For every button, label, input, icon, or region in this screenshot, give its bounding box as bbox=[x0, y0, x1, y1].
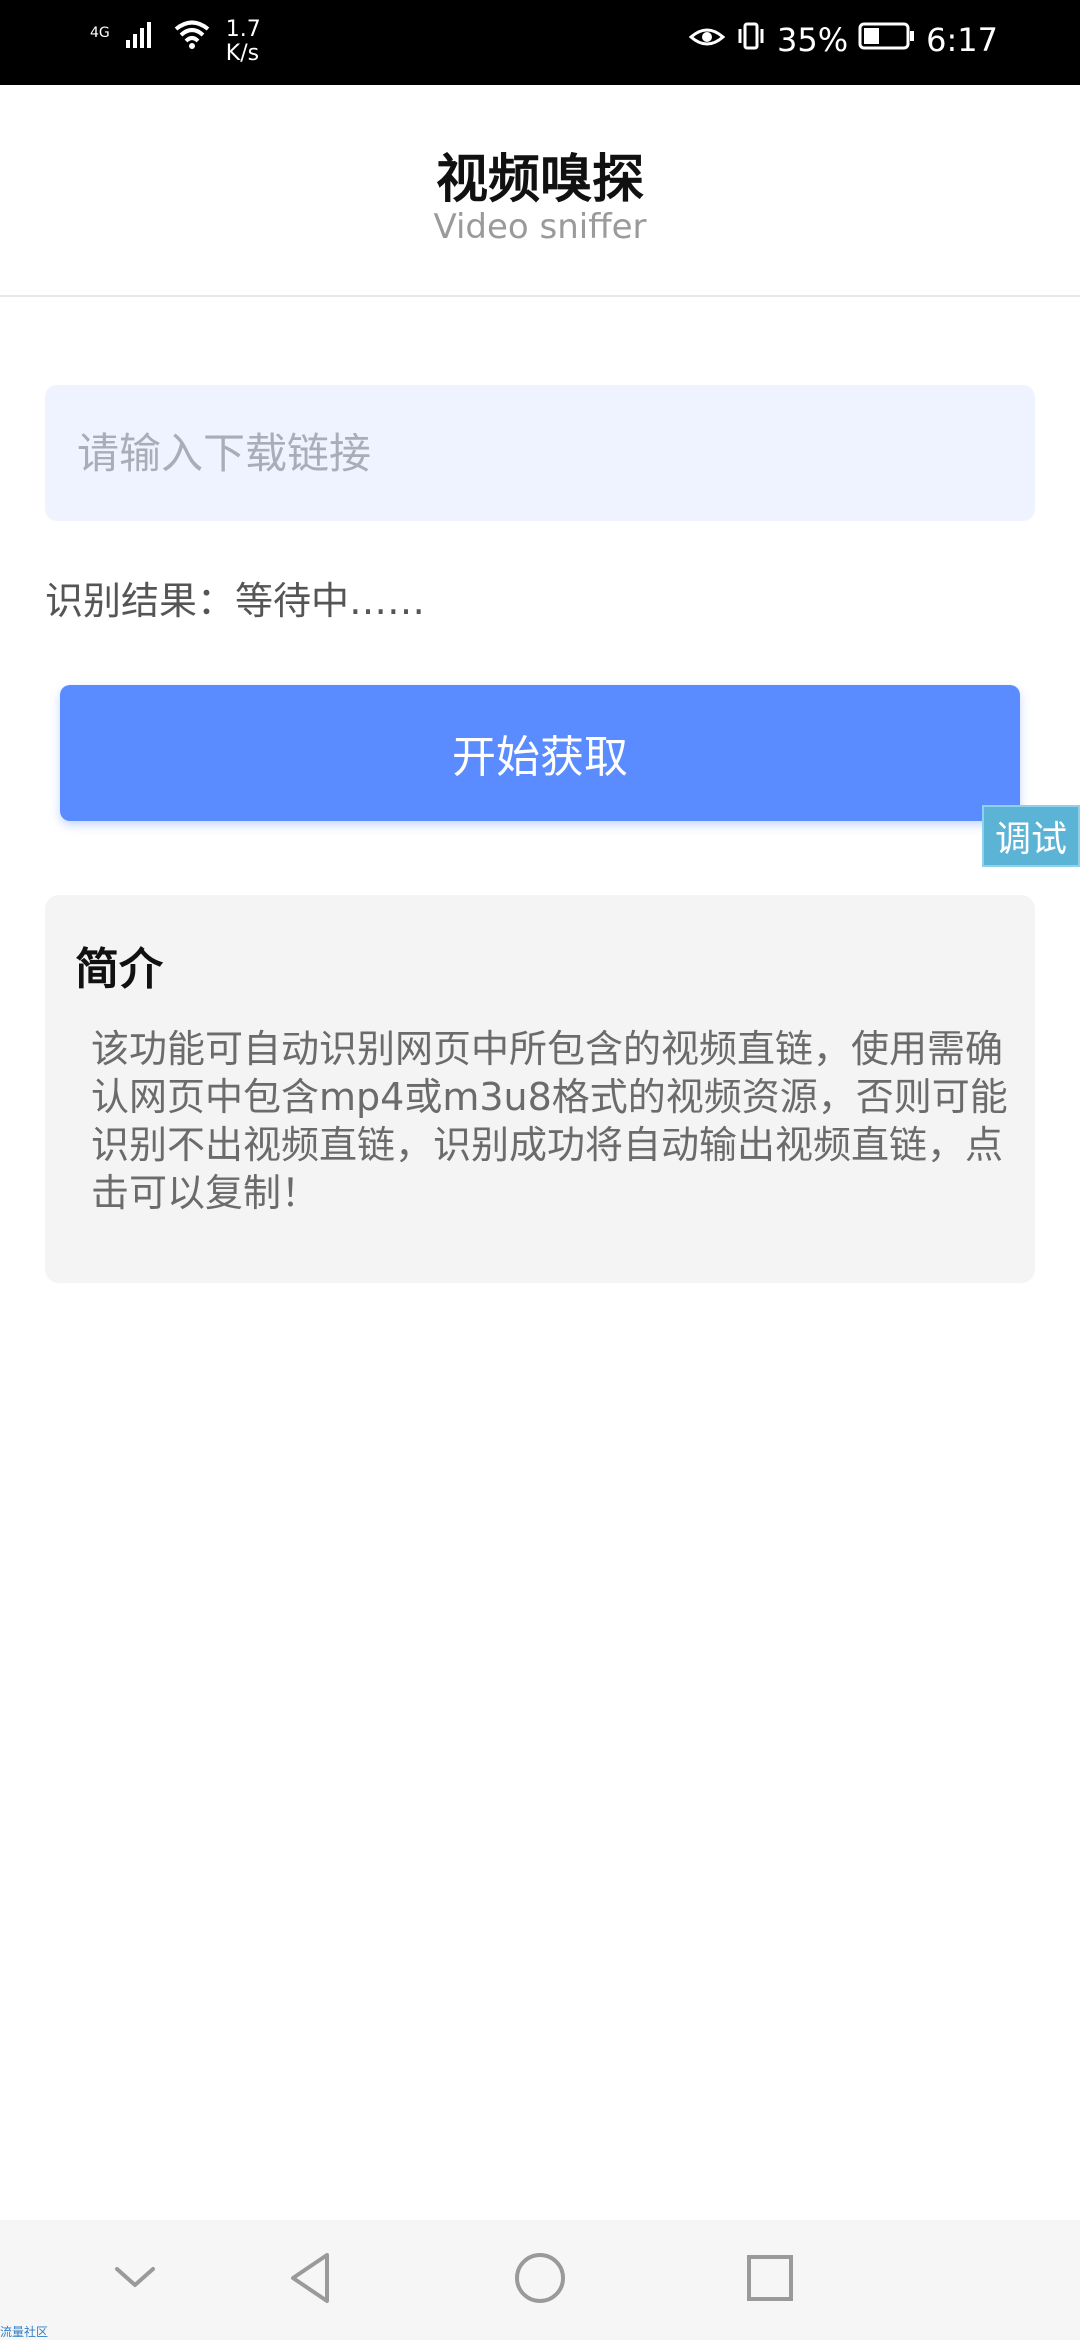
chevron-down-icon bbox=[113, 2263, 157, 2297]
header: 视频嗅探 Video sniffer bbox=[0, 85, 1080, 297]
intro-title: 简介 bbox=[75, 944, 163, 995]
nav-home-button[interactable] bbox=[470, 2220, 610, 2340]
network-type: 4G bbox=[90, 25, 110, 41]
recents-icon bbox=[745, 2253, 795, 2307]
nav-collapse-button[interactable] bbox=[65, 2220, 205, 2340]
download-link-input[interactable] bbox=[45, 385, 1035, 521]
home-icon bbox=[513, 2251, 567, 2309]
speed-unit: K/s bbox=[225, 41, 260, 66]
page-title: 视频嗅探 bbox=[435, 150, 644, 210]
back-icon bbox=[285, 2251, 335, 2309]
nav-back-button[interactable] bbox=[240, 2220, 380, 2340]
signal-icon bbox=[124, 18, 158, 54]
debug-button[interactable]: 调试 bbox=[982, 805, 1080, 867]
status-right: 35% 6:17 bbox=[688, 20, 998, 60]
vibrate-icon bbox=[735, 20, 767, 60]
wifi-icon bbox=[172, 18, 212, 54]
intro-card: 简介 该功能可自动识别网页中所包含的视频直链，使用需确认网页中包含mp4或m3u… bbox=[45, 895, 1035, 1283]
speed-value: 1.7 bbox=[225, 17, 261, 42]
network-speed: 1.7 K/s bbox=[226, 18, 261, 66]
nav-recents-button[interactable] bbox=[700, 2220, 840, 2340]
start-fetch-label: 开始获取 bbox=[452, 732, 628, 783]
recognition-result: 识别结果：等待中…… bbox=[45, 579, 426, 623]
start-fetch-button[interactable]: 开始获取 bbox=[60, 685, 1020, 821]
status-bar: 4G 1.7 K/s 35% 6:17 bbox=[0, 0, 1080, 85]
battery-percent: 35% bbox=[777, 21, 849, 59]
battery-icon bbox=[858, 21, 916, 59]
debug-label: 调试 bbox=[994, 819, 1067, 860]
eye-icon bbox=[688, 21, 726, 59]
system-navigation-bar: 流量社区 bbox=[0, 2220, 1080, 2340]
intro-description: 该功能可自动识别网页中所包含的视频直链，使用需确认网页中包含mp4或m3u8格式… bbox=[91, 1027, 1008, 1215]
clock: 6:17 bbox=[926, 21, 998, 59]
watermark: 流量社区 bbox=[0, 2325, 49, 2339]
page-subtitle: Video sniffer bbox=[433, 207, 647, 247]
status-left: 4G 1.7 K/s bbox=[90, 18, 261, 66]
